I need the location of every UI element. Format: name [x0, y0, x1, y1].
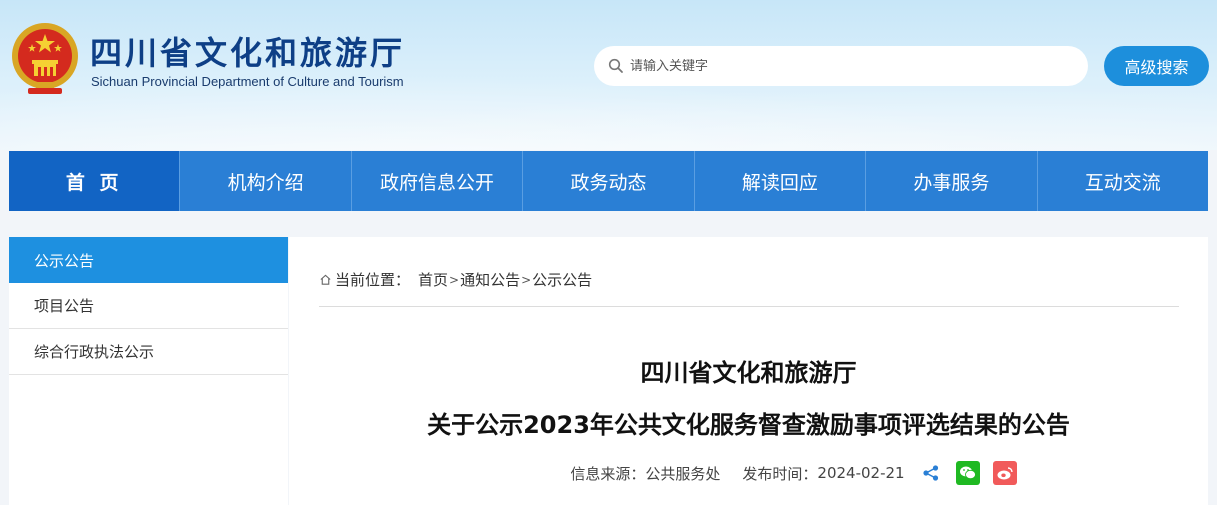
- sidebar-item-public-notice[interactable]: 公示公告: [9, 237, 288, 283]
- share-icon: [923, 465, 938, 481]
- date-label: 发布时间：: [742, 464, 818, 483]
- main-nav: 首 页 机构介绍 政府信息公开 政务动态 解读回应 办事服务 互动交流: [9, 151, 1208, 211]
- nav-item-news[interactable]: 政务动态: [523, 151, 695, 211]
- sidebar-item-enforcement-notice[interactable]: 综合行政执法公示: [9, 329, 288, 375]
- breadcrumb-divider: [319, 306, 1179, 307]
- article-title: 四川省文化和旅游厅 关于公示2023年公共文化服务督查激励事项评选结果的公告: [289, 347, 1208, 451]
- article-meta: 信息来源： 公共服务处 发布时间： 2024-02-21: [289, 461, 1208, 485]
- sidebar: 公示公告 项目公告 综合行政执法公示: [9, 237, 288, 505]
- search-input[interactable]: [630, 58, 1050, 74]
- breadcrumb-separator: >: [521, 272, 532, 287]
- breadcrumb-link-notices[interactable]: 通知公告: [460, 269, 520, 290]
- breadcrumb: 当前位置： 首页 > 通知公告 > 公示公告: [319, 269, 592, 290]
- national-emblem-icon: [12, 23, 78, 94]
- site-subtitle: Sichuan Provincial Department of Culture…: [91, 74, 404, 89]
- nav-item-gov-info[interactable]: 政府信息公开: [352, 151, 524, 211]
- share-button[interactable]: [919, 461, 943, 485]
- share-bar: [919, 461, 1017, 485]
- nav-item-home[interactable]: 首 页: [9, 151, 181, 211]
- weibo-share-button[interactable]: [992, 461, 1017, 485]
- article-title-line1: 四川省文化和旅游厅: [640, 359, 857, 387]
- breadcrumb-prefix: 当前位置：: [335, 271, 411, 289]
- weibo-icon: [997, 467, 1013, 480]
- site-title: 四川省文化和旅游厅: [90, 34, 406, 72]
- date-value: 2024-02-21: [817, 464, 905, 482]
- breadcrumb-link-home[interactable]: 首页: [418, 269, 448, 290]
- source-label: 信息来源：: [570, 464, 646, 483]
- nav-item-services[interactable]: 办事服务: [866, 151, 1038, 211]
- breadcrumb-link-public-notice[interactable]: 公示公告: [532, 269, 592, 290]
- main-content: 当前位置： 首页 > 通知公告 > 公示公告 四川省文化和旅游厅 关于公示202…: [289, 237, 1208, 505]
- home-icon: [320, 274, 331, 285]
- nav-item-about[interactable]: 机构介绍: [180, 151, 352, 211]
- nav-item-interpretation[interactable]: 解读回应: [695, 151, 867, 211]
- source-value: 公共服务处: [645, 464, 721, 483]
- sidebar-item-project-notice[interactable]: 项目公告: [9, 283, 288, 329]
- breadcrumb-separator: >: [449, 272, 460, 287]
- search-icon: [608, 58, 623, 73]
- article-title-line2: 关于公示2023年公共文化服务督查激励事项评选结果的公告: [427, 411, 1070, 439]
- nav-item-interaction[interactable]: 互动交流: [1038, 151, 1208, 211]
- wechat-share-button[interactable]: [955, 461, 980, 485]
- search-box[interactable]: [594, 46, 1088, 86]
- wechat-icon: [959, 466, 976, 480]
- advanced-search-button[interactable]: 高级搜索: [1104, 46, 1209, 86]
- site-header: 四川省文化和旅游厅 Sichuan Provincial Department …: [0, 0, 1217, 150]
